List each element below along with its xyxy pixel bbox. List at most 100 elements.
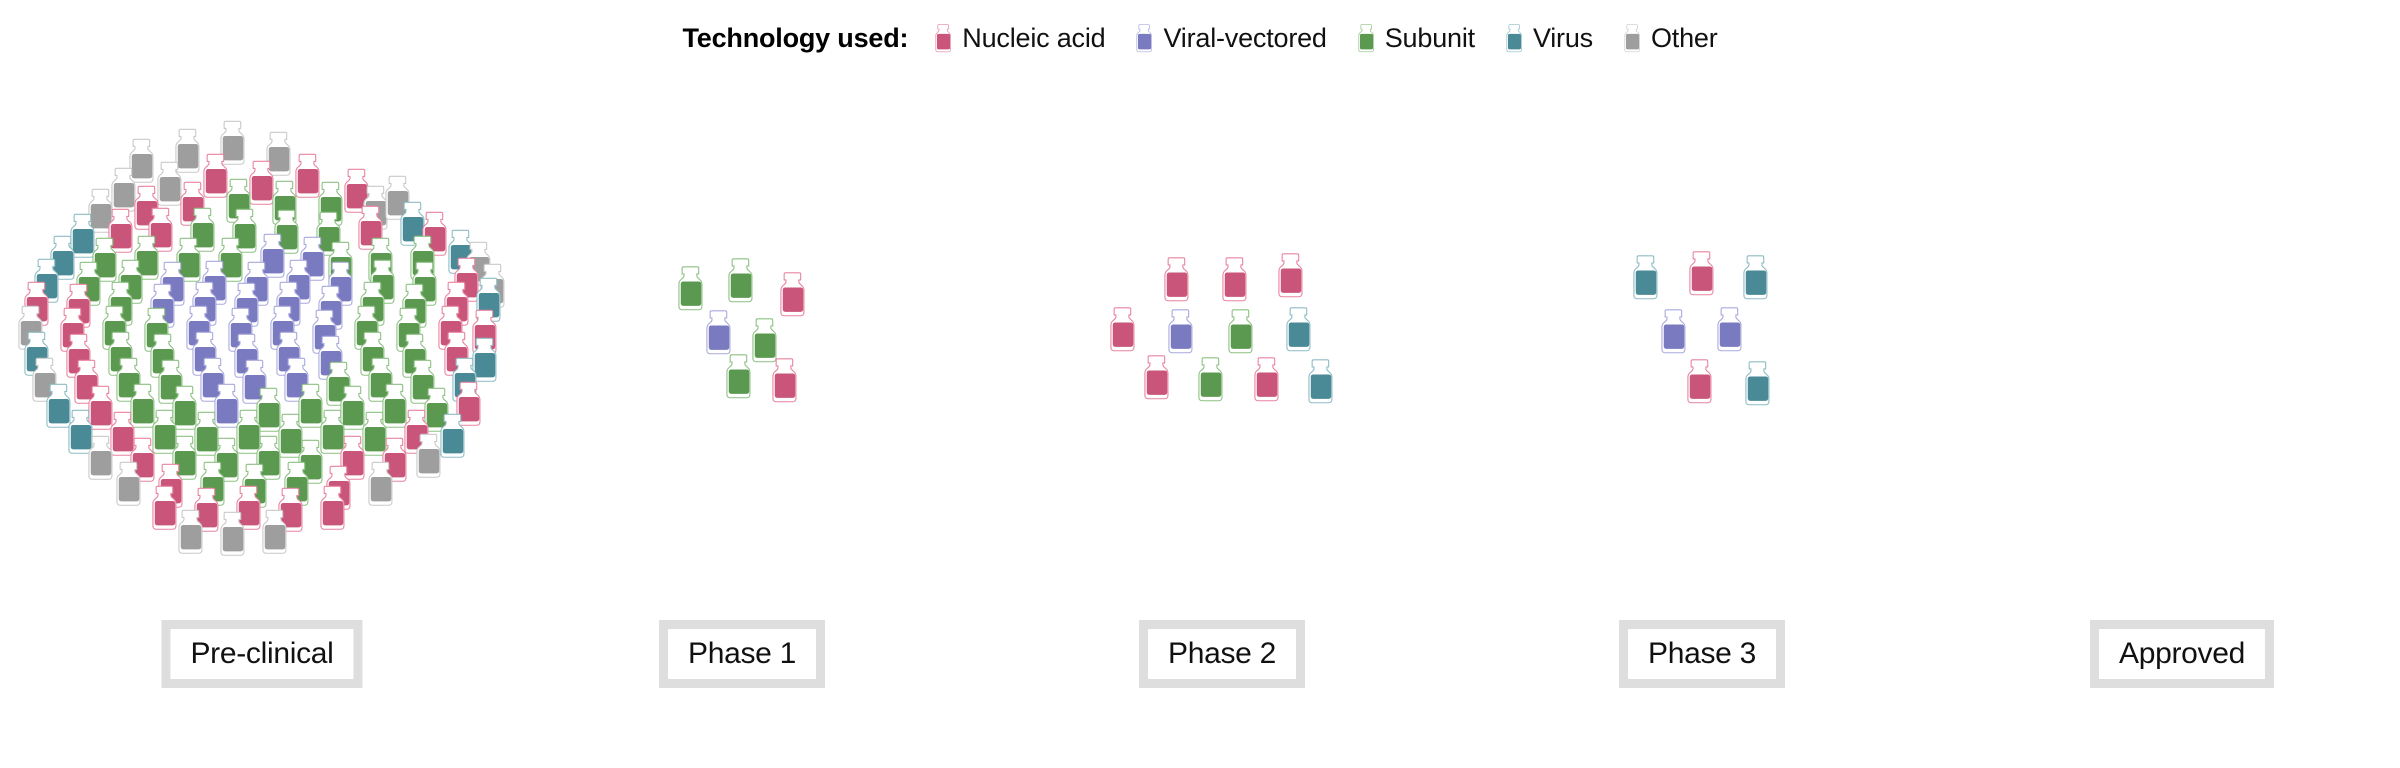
vial-marker[interactable] [1198, 357, 1223, 402]
legend-item-viral[interactable]: Viral-vectored [1135, 22, 1327, 54]
legend-item-nucleic[interactable]: Nucleic acid [934, 23, 1106, 54]
axis-label-phase-1[interactable]: Phase 1 [659, 620, 825, 688]
vial-marker[interactable] [320, 409, 345, 454]
vial-icon [320, 485, 345, 530]
vial-icon [157, 161, 182, 206]
vial-icon [70, 213, 95, 258]
vial-marker[interactable] [220, 120, 245, 165]
vial-marker[interactable] [88, 435, 113, 480]
vial-marker[interactable] [382, 383, 407, 428]
vial-marker[interactable] [752, 318, 777, 363]
vial-marker[interactable] [1254, 357, 1279, 402]
vial-icon [382, 383, 407, 428]
vial-icon [1228, 309, 1253, 354]
vial-marker[interactable] [236, 409, 261, 454]
vial-marker[interactable] [129, 138, 154, 183]
vial-marker[interactable] [175, 128, 200, 173]
vial-marker[interactable] [295, 153, 320, 198]
vial-marker[interactable] [70, 213, 95, 258]
legend-item-virus[interactable]: Virus [1505, 23, 1593, 54]
vial-marker[interactable] [262, 509, 287, 554]
vial-marker[interactable] [678, 266, 703, 311]
vial-marker[interactable] [278, 413, 303, 458]
vial-marker[interactable] [1228, 309, 1253, 354]
vial-marker[interactable] [772, 358, 797, 403]
vial-marker[interactable] [1144, 355, 1169, 400]
legend-item-subunit[interactable]: Subunit [1357, 23, 1475, 54]
vial-marker[interactable] [1743, 255, 1768, 300]
vial-marker[interactable] [780, 272, 805, 317]
vial-icon [46, 383, 71, 428]
vial-marker[interactable] [1633, 255, 1658, 300]
vial-icon [1505, 23, 1524, 53]
vial-icon [278, 413, 303, 458]
legend-item-other[interactable]: Other [1623, 23, 1718, 54]
vial-marker[interactable] [368, 461, 393, 506]
vial-marker[interactable] [194, 411, 219, 456]
vial-marker[interactable] [1286, 307, 1311, 352]
vial-marker[interactable] [260, 233, 285, 278]
cluster-phase-3 [1625, 244, 1779, 412]
vial-marker[interactable] [172, 385, 197, 430]
vial-marker[interactable] [256, 387, 281, 432]
vial-marker[interactable] [424, 387, 449, 432]
vial-marker[interactable] [236, 485, 261, 530]
vial-marker[interactable] [1308, 359, 1333, 404]
vial-marker[interactable] [440, 413, 465, 458]
vial-marker[interactable] [152, 409, 177, 454]
vial-marker[interactable] [111, 167, 136, 212]
legend-title: Technology used: [682, 22, 909, 53]
vial-marker[interactable] [298, 383, 323, 428]
vial-marker[interactable] [728, 258, 753, 303]
cluster-approved [2182, 328, 2183, 329]
vial-marker[interactable] [1745, 361, 1770, 406]
vial-marker[interactable] [1717, 307, 1742, 352]
vial-marker[interactable] [1278, 253, 1303, 298]
vial-marker[interactable] [1110, 307, 1135, 352]
vial-icon [256, 387, 281, 432]
cluster-glyphs [1110, 253, 1333, 404]
vial-marker[interactable] [88, 385, 113, 430]
vial-marker[interactable] [320, 485, 345, 530]
vial-marker[interactable] [726, 354, 751, 399]
vial-icon [236, 485, 261, 530]
axis-label-phase-3[interactable]: Phase 3 [1619, 620, 1785, 688]
vial-marker[interactable] [110, 411, 135, 456]
vial-marker[interactable] [1222, 257, 1247, 302]
vial-marker[interactable] [266, 131, 291, 176]
vial-marker[interactable] [68, 409, 93, 454]
chart-plot-area [0, 60, 2400, 610]
vial-marker[interactable] [1689, 251, 1714, 296]
vial-icon [678, 266, 703, 311]
vial-marker[interactable] [46, 383, 71, 428]
vial-marker[interactable] [116, 461, 141, 506]
vial-marker[interactable] [362, 411, 387, 456]
legend-items: Nucleic acid Viral-vectored Subunit Virus Ot… [934, 22, 1718, 54]
vial-marker[interactable] [214, 383, 239, 428]
vial-marker[interactable] [340, 385, 365, 430]
vial-icon [116, 461, 141, 506]
vial-icon [203, 153, 228, 198]
vial-icon [295, 153, 320, 198]
vial-marker[interactable] [178, 509, 203, 554]
vial-marker[interactable] [416, 433, 441, 478]
vial-marker[interactable] [706, 310, 731, 355]
vial-marker[interactable] [249, 160, 274, 205]
axis-label-text: Approved [2118, 637, 2246, 670]
vial-marker[interactable] [1164, 257, 1189, 302]
vial-marker[interactable] [157, 161, 182, 206]
vial-marker[interactable] [203, 153, 228, 198]
vial-marker[interactable] [130, 383, 155, 428]
legend-item-label: Viral-vectored [1163, 22, 1327, 53]
vial-marker[interactable] [1168, 309, 1193, 354]
axis-label-approved[interactable]: Approved [2089, 620, 2275, 688]
axis-label-phase-2[interactable]: Phase 2 [1139, 620, 1305, 688]
vial-icon [935, 24, 952, 53]
vial-marker[interactable] [152, 485, 177, 530]
vial-icon [1689, 251, 1714, 296]
vial-icon [1357, 23, 1376, 53]
vial-marker[interactable] [1687, 359, 1712, 404]
vial-marker[interactable] [220, 511, 245, 556]
axis-label-pre-clinical[interactable]: Pre-clinical [161, 620, 363, 688]
vial-marker[interactable] [1661, 309, 1686, 354]
